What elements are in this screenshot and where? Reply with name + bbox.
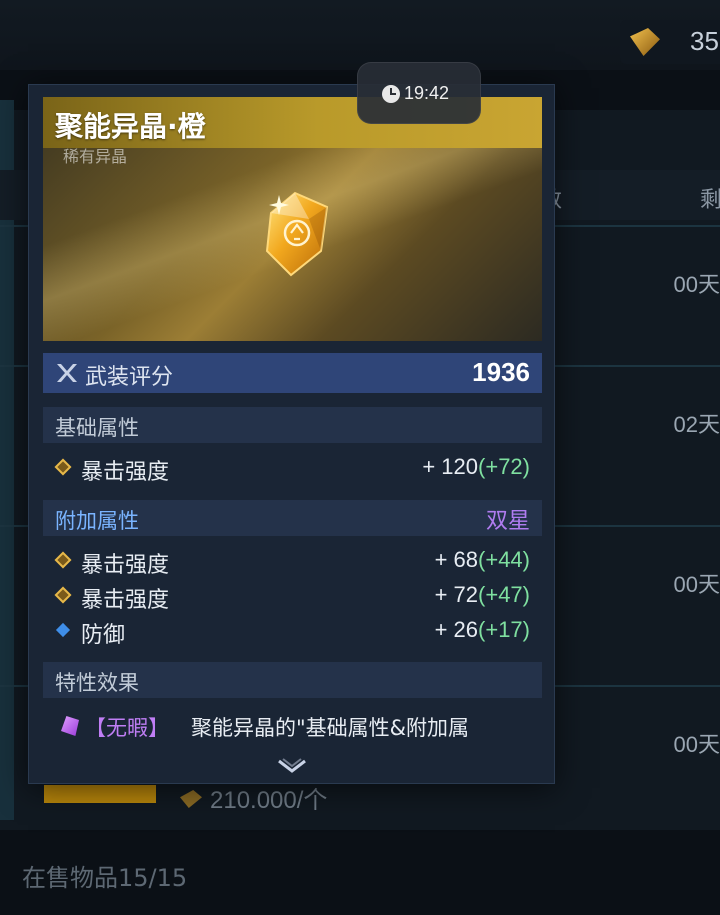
section-title: 附加属性	[55, 509, 139, 533]
base-attributes-header: 基础属性	[43, 407, 542, 443]
purple-gem-icon	[61, 716, 79, 736]
stock-label: 00天	[673, 572, 720, 597]
crossed-arms-icon	[57, 364, 77, 382]
star-rank-badge: 双星	[485, 509, 530, 534]
stat-name: 暴击强度	[81, 460, 170, 485]
currency-value: 35	[690, 26, 719, 56]
stat-bonus-value: (+17)	[478, 617, 530, 642]
column-header-remaining: 剩	[700, 188, 720, 213]
gold-diamond-icon	[54, 458, 72, 476]
stat-name: 防御	[81, 623, 126, 648]
trait-effect-row: 【无暇】 聚能异晶的"基础属性&附加属	[43, 706, 542, 746]
background-top-bar	[0, 0, 720, 70]
stat-bonus-value: (+72)	[478, 454, 530, 479]
stat-row: 暴击强度 + 68(+44)	[43, 544, 542, 578]
stat-bonus-value: (+47)	[478, 582, 530, 607]
item-card-thumbnail[interactable]	[44, 785, 156, 803]
stat-value: + 26(+17)	[435, 617, 530, 643]
trait-description: 聚能异晶的"基础属性&附加属	[191, 716, 470, 740]
additional-attributes-header: 附加属性 双星	[43, 500, 542, 536]
section-title: 特性效果	[55, 671, 139, 695]
item-name: 聚能异晶·橙	[55, 110, 206, 143]
stat-name: 暴击强度	[81, 588, 170, 613]
trait-tag: 【无暇】	[85, 716, 169, 740]
section-title: 基础属性	[55, 416, 139, 440]
stock-label: 00天	[673, 732, 720, 757]
item-hero-banner: 聚能异晶·橙 稀有异晶	[43, 97, 542, 341]
score-value: 1936	[472, 357, 530, 387]
item-detail-popup[interactable]: 聚能异晶·橙 稀有异晶 武装评分 1936 基础属性 暴击强度 + 120(+7…	[28, 84, 555, 784]
stat-value: + 72(+47)	[435, 582, 530, 608]
stock-label: 00天	[673, 272, 720, 297]
blue-diamond-icon	[55, 622, 71, 638]
stat-row: 暴击强度 + 72(+47)	[43, 579, 542, 613]
items-on-sale-count: 在售物品15/15	[22, 864, 188, 892]
stat-value: + 120(+72)	[422, 454, 530, 480]
item-rarity: 稀有异晶	[63, 147, 128, 166]
stat-base-value: + 120	[422, 454, 479, 479]
stat-row: 防御 + 26(+17)	[43, 614, 542, 648]
stat-bonus-value: (+44)	[478, 547, 530, 572]
status-time-pill: 19:42	[357, 62, 481, 124]
currency-icon	[630, 28, 660, 56]
gold-diamond-icon	[54, 586, 72, 604]
score-label: 武装评分	[85, 365, 174, 390]
stat-base-value: + 72	[434, 582, 479, 607]
currency-display: 35	[620, 20, 720, 64]
crystal-item-icon	[265, 191, 329, 277]
stat-value: + 68(+44)	[435, 547, 530, 573]
clock-icon	[382, 85, 400, 103]
trait-effects-header: 特性效果	[43, 662, 542, 698]
coin-icon	[180, 790, 202, 808]
stock-label: 02天	[673, 412, 720, 437]
stat-name: 暴击强度	[81, 553, 170, 578]
status-time: 19:42	[404, 83, 450, 103]
armament-score-bar: 武装评分 1936	[43, 353, 542, 393]
stat-base-value: + 68	[434, 547, 479, 572]
chevron-down-icon[interactable]	[277, 757, 307, 777]
stat-base-value: + 26	[434, 617, 479, 642]
price-text: 210.000/个	[210, 787, 328, 814]
price-label: 210.000/个	[180, 780, 327, 815]
stat-row: 暴击强度 + 120(+72)	[43, 451, 542, 485]
gold-diamond-icon	[54, 551, 72, 569]
